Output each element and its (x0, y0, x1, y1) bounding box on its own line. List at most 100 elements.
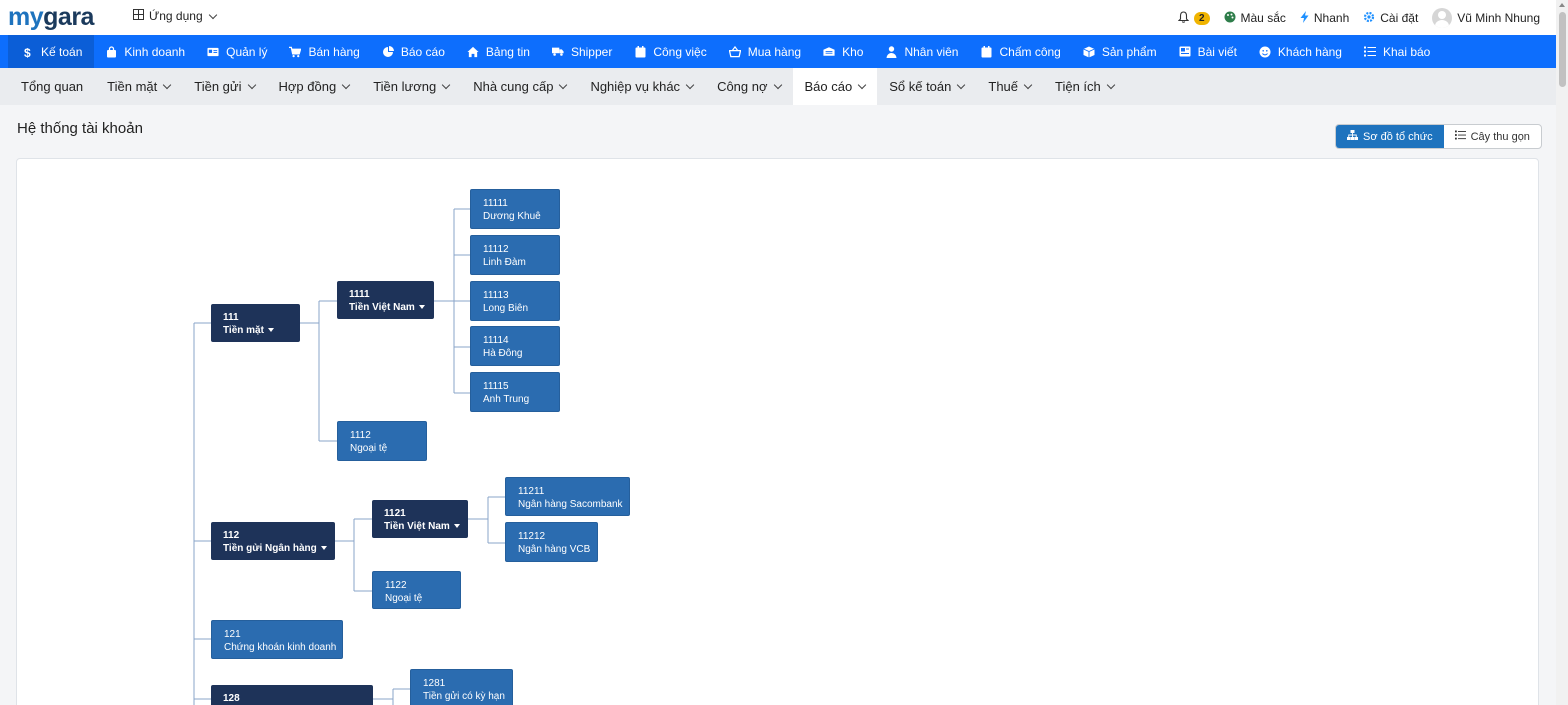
main-nav-mua-hang[interactable]: Mua hàng (718, 35, 812, 68)
account-node-11113[interactable]: 11113 Long Biên (470, 281, 560, 321)
user-name: Vũ Minh Nhung (1457, 11, 1540, 25)
page-scrollbar[interactable] (1556, 0, 1568, 705)
user-icon (885, 45, 897, 58)
quick-label: Nhanh (1313, 11, 1350, 25)
sub-nav-nghiep-vu-khac[interactable]: Nghiệp vụ khác (578, 68, 705, 105)
account-name: Ngân hàng VCB (518, 544, 591, 555)
account-node-11115[interactable]: 11115 Anh Trung (470, 372, 560, 412)
account-node-1112[interactable]: 1112 Ngoại tệ (337, 421, 427, 461)
caret-down-icon[interactable] (453, 524, 460, 529)
account-code: 1121 (384, 508, 406, 519)
account-code: 1281 (423, 678, 446, 689)
main-nav-cham-cong[interactable]: Chấm công (969, 35, 1071, 68)
main-nav-ban-hang[interactable]: Bán hàng (278, 35, 370, 68)
chevron-down-icon (1023, 80, 1033, 90)
avatar (1432, 8, 1453, 28)
org-chart-view-label: Sơ đồ tổ chức (1363, 130, 1433, 143)
sub-nav-thue[interactable]: Thuế (976, 68, 1043, 105)
apps-menu[interactable]: Ứng dụng (133, 9, 217, 23)
view-toggle: Sơ đồ tổ chức Cây thu gọn (1335, 124, 1542, 149)
main-nav-label: Khách hàng (1277, 44, 1342, 59)
sub-nav-so-ke-toan[interactable]: Sổ kế toán (877, 68, 976, 105)
main-nav-label: Kinh doanh (124, 44, 186, 59)
account-node-1121[interactable]: 1121 Tiền Việt Nam (372, 500, 468, 538)
main-nav-khai-bao[interactable]: Khai báo (1353, 35, 1441, 68)
chevron-down-icon (857, 80, 867, 90)
sub-nav-hop-dong[interactable]: Hợp đồng (267, 68, 362, 105)
settings-label: Cài đặt (1380, 11, 1419, 25)
sub-nav-label: Báo cáo (804, 79, 853, 94)
caret-down-icon[interactable] (418, 305, 425, 310)
notifications-button[interactable]: 2 (1177, 10, 1210, 26)
main-nav-bai-viet[interactable]: Bài viết (1168, 35, 1248, 68)
main-nav-label: Kế toán (41, 44, 83, 59)
caret-down-icon[interactable] (320, 546, 327, 551)
sub-nav-tien-ich[interactable]: Tiện ích (1043, 68, 1126, 105)
account-name: Tiền Việt Nam (349, 302, 415, 313)
list-icon (1363, 46, 1376, 58)
main-nav-khach-hang[interactable]: Khách hàng (1248, 35, 1353, 68)
main-nav-label: Bán hàng (308, 44, 360, 59)
scrollbar-thumb[interactable] (1559, 12, 1566, 87)
chevron-down-icon (247, 80, 256, 90)
main-nav-kinh-doanh[interactable]: Kinh doanh (94, 35, 196, 68)
account-node-1281[interactable]: 1281 Tiền gửi có kỳ hạn (410, 669, 513, 705)
color-button[interactable]: Màu sắc (1224, 11, 1286, 26)
main-nav-label: Sản phẩm (1101, 44, 1157, 59)
account-name: Tiền mặt (223, 325, 264, 336)
main-nav: $ Kế toán Kinh doanh Quản lý Bán hàng Báo… (0, 35, 1556, 68)
account-node-111[interactable]: 111 Tiền mặt (211, 304, 300, 342)
account-code: 128 (223, 693, 240, 704)
sub-nav-cong-no[interactable]: Công nợ (705, 68, 792, 105)
sitemap-icon (1347, 130, 1358, 143)
account-node-121[interactable]: 121 Chứng khoán kinh doanh (211, 620, 343, 659)
account-node-11111[interactable]: 11111 Dương Khuê (470, 189, 560, 229)
sub-nav-nha-cung-cap[interactable]: Nhà cung cấp (461, 68, 578, 105)
main-nav-kho[interactable]: Kho (812, 35, 874, 68)
account-name: Anh Trung (483, 394, 530, 405)
main-nav-shipper[interactable]: Shipper (541, 35, 623, 68)
logo[interactable]: mygara (8, 2, 94, 32)
account-name: Long Biên (483, 303, 529, 314)
account-node-1111[interactable]: 1111 Tiền Việt Nam (337, 281, 434, 319)
settings-button[interactable]: Cài đặt (1363, 11, 1418, 26)
account-name: Tiền gửi Ngân hàng (223, 543, 317, 554)
account-node-11112[interactable]: 11112 Linh Đàm (470, 235, 560, 275)
scroll-up-arrow-icon[interactable] (1559, 3, 1565, 7)
sub-nav-label: Thuế (988, 79, 1019, 94)
logo-my: my (8, 3, 44, 31)
sub-nav-tien-luong[interactable]: Tiền lương (361, 68, 461, 105)
main-nav-nhan-vien[interactable]: Nhân viên (874, 35, 969, 68)
quick-button[interactable]: Nhanh (1300, 10, 1350, 26)
main-nav-label: Bài viết (1197, 44, 1237, 59)
main-nav-bang-tin[interactable]: Bảng tin (456, 35, 541, 68)
chevron-down-icon (685, 80, 695, 90)
main-nav-quan-ly[interactable]: Quản lý (196, 35, 278, 68)
org-chart-view-button[interactable]: Sơ đồ tổ chức (1336, 125, 1444, 148)
sub-nav-tien-mat[interactable]: Tiền mặt (95, 68, 182, 105)
sub-nav-label: Hợp đồng (278, 79, 337, 94)
account-node-11212[interactable]: 11212 Ngân hàng VCB (505, 522, 598, 562)
caret-down-icon[interactable] (267, 328, 274, 333)
tree-view-button[interactable]: Cây thu gọn (1444, 125, 1541, 148)
sub-nav-tong-quan[interactable]: Tổng quan (9, 68, 95, 105)
main-nav-san-pham[interactable]: Sản phẩm (1072, 35, 1168, 68)
main-nav-bao-cao[interactable]: Báo cáo (371, 35, 456, 68)
top-bar: mygara Ứng dụng 2 Màu sắc Nhanh Cài đặt … (0, 0, 1556, 35)
main-nav-cong-viec[interactable]: Công việc (623, 35, 717, 68)
main-nav-ke-toan[interactable]: $ Kế toán (8, 35, 95, 68)
account-node-128[interactable]: 128 (211, 685, 373, 705)
bag-icon (105, 45, 117, 58)
account-node-1122[interactable]: 1122 Ngoại tệ (372, 571, 461, 609)
sub-nav-tien-gui[interactable]: Tiền gửi (182, 68, 266, 105)
chevron-down-icon (341, 80, 351, 90)
sub-nav-bao-cao[interactable]: Báo cáo (792, 68, 878, 105)
user-menu[interactable]: Vũ Minh Nhung (1432, 8, 1540, 28)
calendar-check-icon (980, 45, 992, 58)
account-node-112[interactable]: 112 Tiền gửi Ngân hàng (211, 522, 335, 560)
account-node-11114[interactable]: 11114 Hà Đông (470, 326, 560, 366)
account-code: 1122 (385, 580, 407, 591)
account-name: Hà Đông (483, 348, 523, 359)
page-title: Hệ thống tài khoản (17, 120, 143, 137)
account-node-11211[interactable]: 11211 Ngân hàng Sacombank (505, 477, 630, 516)
